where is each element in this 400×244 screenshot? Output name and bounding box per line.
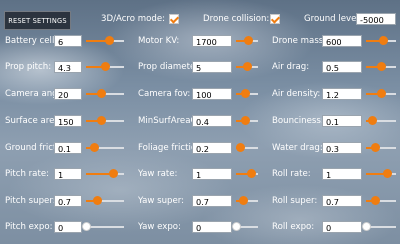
air-density-slider[interactable] [366, 89, 396, 98]
pitch-expo-slider-track [86, 226, 124, 228]
pitch-expo-label: Pitch expo: [5, 222, 53, 232]
camera-angle-slider[interactable] [86, 89, 124, 98]
acro-mode-label: 3D/Acro mode: [101, 14, 166, 24]
ground-friction-input[interactable]: 0.1 [54, 142, 82, 154]
camera-fov-slider-thumb[interactable] [241, 89, 250, 98]
minsurfareacoeff-slider[interactable] [236, 116, 258, 125]
roll-expo-slider-thumb[interactable] [362, 222, 371, 231]
minsurfareacoeff-input[interactable]: 0.4 [192, 115, 232, 127]
air-drag-slider-thumb[interactable] [377, 62, 386, 71]
pitch-expo-slider-thumb[interactable] [82, 222, 91, 231]
prop-pitch-label: Prop pitch: [5, 62, 52, 72]
drone-mass-label: Drone mass: [272, 36, 327, 46]
pitch-super-slider[interactable] [86, 196, 124, 205]
roll-super-input[interactable]: 0.7 [322, 195, 362, 207]
air-drag-label: Air drag: [272, 62, 310, 72]
yaw-rate-slider[interactable] [236, 169, 258, 178]
pitch-super-slider-thumb[interactable] [93, 196, 102, 205]
pitch-rate-input[interactable]: 1 [54, 168, 82, 180]
surface-area-input[interactable]: 150 [54, 115, 82, 127]
water-drag-slider-thumb[interactable] [371, 143, 380, 152]
battery-cells-input[interactable]: 6 [54, 35, 82, 47]
camera-angle-input[interactable]: 20 [54, 88, 82, 100]
drone-collision-checkbox[interactable] [270, 14, 280, 24]
foliage-friction-slider-thumb[interactable] [236, 143, 245, 152]
yaw-super-slider-thumb[interactable] [239, 196, 248, 205]
camera-fov-slider[interactable] [236, 89, 258, 98]
minsurfareacoeff-slider-thumb[interactable] [241, 116, 250, 125]
battery-cells-slider-thumb[interactable] [105, 36, 114, 45]
prop-pitch-slider[interactable] [86, 62, 124, 71]
air-drag-slider[interactable] [366, 62, 396, 71]
motor-kv-slider[interactable] [236, 36, 258, 45]
pitch-expo-input[interactable]: 0 [54, 221, 82, 233]
roll-super-slider[interactable] [366, 196, 396, 205]
water-drag-slider[interactable] [366, 143, 396, 152]
yaw-rate-label: Yaw rate: [138, 169, 178, 179]
drone-collision-label: Drone collision: [203, 14, 270, 24]
yaw-super-label: Yaw super: [138, 196, 185, 206]
camera-angle-slider-thumb[interactable] [97, 89, 106, 98]
camera-fov-input[interactable]: 100 [192, 88, 232, 100]
bounciness-input[interactable]: 0.1 [322, 115, 362, 127]
ground-level-input[interactable]: -5000 [356, 13, 396, 25]
foliage-friction-slider[interactable] [236, 143, 258, 152]
roll-expo-slider[interactable] [362, 222, 396, 231]
bounciness-label: Bounciness: [272, 116, 324, 126]
yaw-expo-slider[interactable] [232, 222, 258, 231]
motor-kv-label: Motor KV: [138, 36, 180, 46]
roll-super-label: Roll super: [272, 196, 318, 206]
air-drag-input[interactable]: 0.5 [322, 61, 362, 73]
battery-cells-slider[interactable] [86, 36, 124, 45]
roll-expo-input[interactable]: 0 [322, 221, 362, 233]
yaw-super-slider[interactable] [236, 196, 258, 205]
yaw-rate-input[interactable]: 1 [192, 168, 232, 180]
roll-rate-slider-thumb[interactable] [383, 169, 392, 178]
acro-mode-checkbox[interactable] [169, 14, 179, 24]
yaw-expo-input[interactable]: 0 [192, 221, 232, 233]
bounciness-slider-thumb[interactable] [368, 116, 377, 125]
roll-rate-input[interactable]: 1 [322, 168, 362, 180]
pitch-rate-slider-thumb[interactable] [109, 169, 118, 178]
pitch-rate-slider[interactable] [86, 169, 124, 178]
foliage-friction-input[interactable]: 0.2 [192, 142, 232, 154]
reset-settings-button[interactable]: RESET SETTINGS [4, 11, 71, 30]
prop-diameter-slider-thumb[interactable] [243, 62, 252, 71]
roll-super-slider-thumb[interactable] [371, 196, 380, 205]
air-density-slider-thumb[interactable] [377, 89, 386, 98]
motor-kv-input[interactable]: 1700 [192, 35, 232, 47]
ground-friction-slider[interactable] [86, 143, 124, 152]
ground-friction-slider-thumb[interactable] [90, 143, 99, 152]
air-density-input[interactable]: 1.2 [322, 88, 362, 100]
ground-level-label: Ground level: [304, 14, 362, 24]
surface-area-slider-thumb[interactable] [97, 116, 106, 125]
yaw-expo-slider-thumb[interactable] [232, 222, 241, 231]
prop-diameter-input[interactable]: 5 [192, 61, 232, 73]
roll-rate-label: Roll rate: [272, 169, 311, 179]
surface-area-slider[interactable] [86, 116, 124, 125]
yaw-expo-label: Yaw expo: [138, 222, 181, 232]
prop-pitch-input[interactable]: 4.3 [54, 61, 82, 73]
water-drag-label: Water drag: [272, 143, 323, 153]
water-drag-input[interactable]: 0.3 [322, 142, 362, 154]
pitch-super-label: Pitch super: [5, 196, 56, 206]
prop-pitch-slider-thumb[interactable] [101, 62, 110, 71]
pitch-rate-label: Pitch rate: [5, 169, 50, 179]
roll-rate-slider[interactable] [366, 169, 396, 178]
motor-kv-slider-thumb[interactable] [244, 36, 253, 45]
drone-mass-input[interactable]: 600 [322, 35, 362, 47]
prop-diameter-slider[interactable] [236, 62, 258, 71]
yaw-super-input[interactable]: 0.7 [192, 195, 232, 207]
yaw-rate-slider-thumb[interactable] [247, 169, 256, 178]
roll-expo-label: Roll expo: [272, 222, 315, 232]
drone-mass-slider[interactable] [366, 36, 396, 45]
air-density-label: Air density: [272, 89, 321, 99]
bounciness-slider[interactable] [366, 116, 396, 125]
drone-mass-slider-thumb[interactable] [379, 36, 388, 45]
pitch-super-input[interactable]: 0.7 [54, 195, 82, 207]
pitch-expo-slider[interactable] [82, 222, 124, 231]
camera-fov-label: Camera fov: [138, 89, 191, 99]
